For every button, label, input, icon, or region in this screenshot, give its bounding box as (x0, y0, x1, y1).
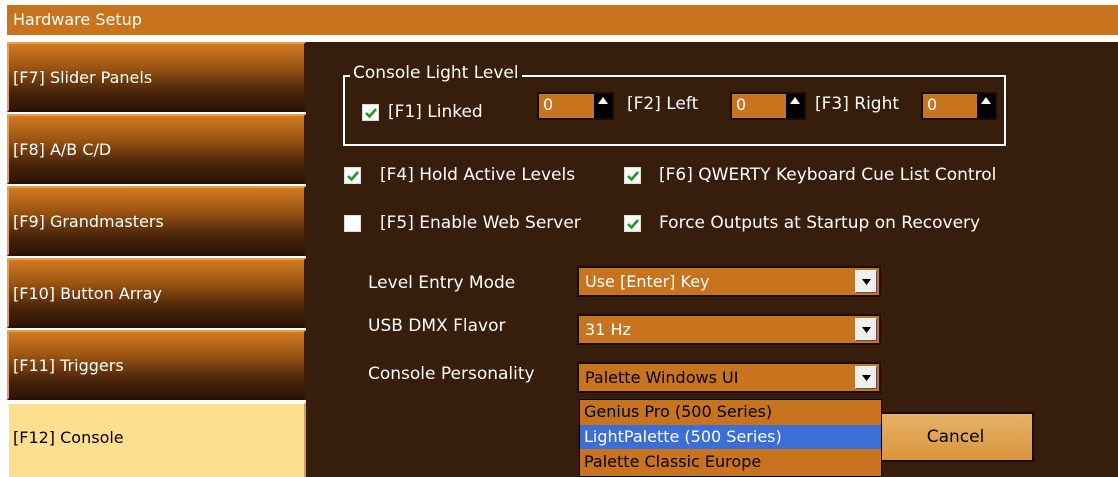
nav-item-button-array[interactable]: [F10] Button Array (7, 258, 306, 328)
chevron-down-icon (862, 327, 871, 333)
console-personality-select[interactable]: Palette Windows UI (577, 362, 881, 393)
spin-up-button[interactable] (977, 94, 995, 106)
right-level-spinner[interactable]: 0 (921, 92, 997, 120)
checkmark-icon (347, 171, 359, 182)
left-level-value: 0 (736, 95, 747, 114)
chevron-down-icon (862, 279, 871, 285)
arrow-up-icon (598, 97, 608, 104)
force-outputs-label: Force Outputs at Startup on Recovery (659, 213, 981, 233)
chevron-down-icon (862, 375, 871, 381)
spin-up-button[interactable] (594, 94, 612, 106)
dropdown-button[interactable] (855, 366, 877, 389)
nav-item-label: [F8] A/B C/D (13, 140, 112, 159)
nav-item-label: [F9] Grandmasters (13, 212, 164, 231)
usb-dmx-flavor-select[interactable]: 31 Hz (577, 314, 881, 345)
linked-level-value: 0 (543, 95, 554, 114)
spin-up-button[interactable] (786, 94, 804, 106)
light-level-group-title: Console Light Level (350, 63, 522, 83)
right-label: [F3] Right (815, 94, 900, 114)
dropdown-button[interactable] (855, 318, 877, 341)
dropdown-button[interactable] (855, 270, 877, 293)
nav-item-ab-cd[interactable]: [F8] A/B C/D (7, 114, 306, 184)
hold-active-levels-label: [F4] Hold Active Levels (380, 165, 576, 185)
sidebar-nav: [F7] Slider Panels [F8] A/B C/D [F9] Gra… (7, 42, 306, 477)
dropdown-option-lightpalette[interactable]: LightPalette (500 Series) (580, 425, 881, 449)
checkmark-icon (627, 219, 639, 230)
arrow-up-icon (981, 97, 991, 104)
checkmark-icon (627, 171, 639, 182)
console-personality-dropdown-list: Genius Pro (500 Series) LightPalette (50… (579, 399, 882, 477)
checkmark-icon (365, 108, 377, 119)
hold-active-levels-checkbox[interactable] (344, 167, 361, 184)
linked-checkbox[interactable] (362, 104, 379, 121)
console-personality-value: Palette Windows UI (585, 368, 739, 387)
usb-dmx-flavor-value: 31 Hz (585, 320, 631, 339)
nav-item-slider-panels[interactable]: [F7] Slider Panels (7, 42, 306, 112)
window-title-bar: Hardware Setup (7, 5, 1118, 35)
nav-item-label: [F12] Console (13, 428, 124, 447)
level-entry-mode-label: Level Entry Mode (368, 273, 516, 293)
spin-down-button[interactable] (977, 106, 995, 118)
left-label: [F2] Left (627, 94, 699, 114)
spin-down-button[interactable] (786, 106, 804, 118)
nav-item-label: [F10] Button Array (13, 284, 162, 303)
enable-web-server-label: [F5] Enable Web Server (380, 213, 581, 233)
nav-item-grandmasters[interactable]: [F9] Grandmasters (7, 186, 306, 256)
force-outputs-checkbox[interactable] (624, 215, 641, 232)
right-level-value: 0 (927, 95, 938, 114)
enable-web-server-checkbox[interactable] (344, 215, 361, 232)
nav-item-label: [F11] Triggers (13, 356, 124, 375)
qwerty-cue-control-checkbox[interactable] (624, 167, 641, 184)
console-personality-label: Console Personality (368, 364, 535, 384)
nav-item-console[interactable]: [F12] Console (7, 402, 306, 477)
usb-dmx-flavor-label: USB DMX Flavor (368, 316, 506, 336)
linked-level-spinner[interactable]: 0 (537, 92, 614, 120)
qwerty-cue-control-label: [F6] QWERTY Keyboard Cue List Control (659, 165, 997, 185)
dropdown-option-genius-pro[interactable]: Genius Pro (500 Series) (580, 400, 881, 424)
window-title: Hardware Setup (13, 10, 142, 29)
left-level-spinner[interactable]: 0 (730, 92, 806, 120)
spin-down-button[interactable] (594, 106, 612, 118)
nav-item-triggers[interactable]: [F11] Triggers (7, 330, 306, 400)
cancel-button[interactable]: Cancel (877, 412, 1034, 462)
level-entry-mode-value: Use [Enter] Key (585, 272, 710, 291)
nav-item-label: [F7] Slider Panels (13, 68, 153, 87)
arrow-up-icon (790, 97, 800, 104)
level-entry-mode-select[interactable]: Use [Enter] Key (577, 266, 881, 297)
linked-label: [F1] Linked (388, 102, 483, 122)
dropdown-option-palette-classic-europe[interactable]: Palette Classic Europe (580, 450, 881, 474)
